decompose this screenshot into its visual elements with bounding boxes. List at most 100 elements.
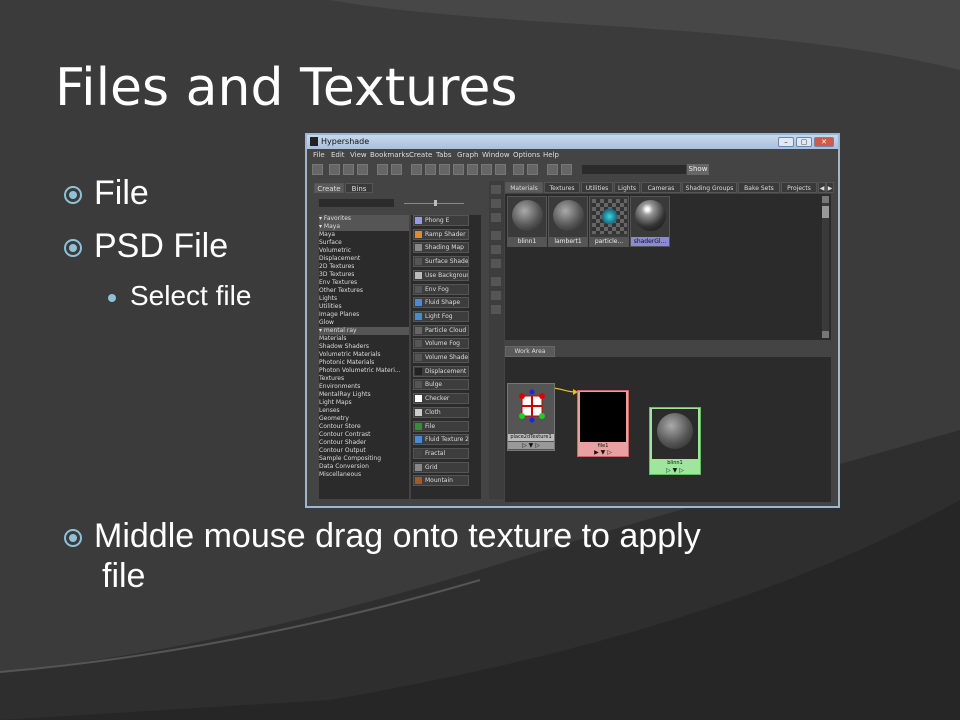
tool-icon[interactable] [491,185,501,194]
graph-icon[interactable] [377,164,388,175]
menu-options[interactable]: Options [513,151,540,159]
toggle-panel-icon[interactable] [312,164,323,175]
swatch-size-slider[interactable] [404,200,464,206]
layout-icon[interactable] [343,164,354,175]
maximize-icon[interactable]: ▢ [796,137,812,147]
node-expand-icon[interactable]: ▶ ▼ ▷ [578,449,628,456]
file-node[interactable]: file1 ▶ ▼ ▷ [577,390,629,457]
material-swatch[interactable]: lambert1 [548,196,588,247]
tree-item[interactable]: Environments [319,383,409,391]
brush-icon[interactable] [411,164,422,175]
scroll-down-icon[interactable] [822,331,829,338]
tree-item[interactable]: Lenses [319,407,409,415]
node-type-item[interactable]: Cloth [413,406,469,418]
tree-item[interactable]: Shadow Shaders [319,343,409,351]
place2dtexture-node[interactable]: place2dTexture1 ▷ ▼ ▷ [507,383,555,451]
tree-item[interactable]: Light Maps [319,399,409,407]
node-type-item[interactable]: Surface Shader [413,256,469,268]
tree-item[interactable]: 3D Textures [319,271,409,279]
tree-item[interactable]: Contour Store [319,423,409,431]
tree-item[interactable]: Geometry [319,415,409,423]
node-type-item[interactable]: Phong E [413,215,469,226]
menu-graph[interactable]: Graph [457,151,478,159]
tree-item[interactable]: 2D Textures [319,263,409,271]
menu-create[interactable]: Create [409,151,432,159]
tab-textures[interactable]: Textures [544,182,580,193]
tree-item[interactable]: Volumetric Materials [319,351,409,359]
layout-icon[interactable] [357,164,368,175]
menu-bookmarks[interactable]: Bookmarks [370,151,409,159]
node-icon[interactable] [495,164,506,175]
node-expand-icon[interactable]: ▷ ▼ ▷ [508,442,554,449]
scroll-thumb[interactable] [822,206,829,218]
tab-create[interactable]: Create [314,183,344,193]
layout-icon[interactable] [329,164,340,175]
menu-edit[interactable]: Edit [331,151,345,159]
materials-scrollbar[interactable] [822,196,829,338]
show-button[interactable]: Show [687,164,709,175]
node-expand-icon[interactable]: ▷ ▼ ▷ [650,467,700,474]
material-swatch[interactable]: blinn1 [507,196,547,247]
tool-icon[interactable] [491,259,501,268]
tab-utilities[interactable]: Utilities [581,182,613,193]
tool-icon[interactable] [491,213,501,222]
menu-view[interactable]: View [350,151,367,159]
node-type-item[interactable]: Particle Cloud [413,324,469,336]
tool-icon[interactable] [491,199,501,208]
node-type-item[interactable]: Use Background [413,269,469,281]
tree-item[interactable]: Photonic Materials [319,359,409,367]
tree-item[interactable]: Other Textures [319,287,409,295]
tree-item[interactable]: Glow [319,319,409,327]
tab-work-area[interactable]: Work Area [505,346,555,357]
slider-handle[interactable] [434,200,437,206]
search-field[interactable] [582,165,686,174]
node-type-item[interactable]: Light Fog [413,310,469,322]
tree-item[interactable]: Data Conversion [319,463,409,471]
tab-shading-groups[interactable]: Shading Groups [682,182,737,193]
node-type-item[interactable]: Bulge [413,379,469,391]
tool-icon[interactable] [491,305,501,314]
tree-item[interactable]: ▾ mental ray [319,327,409,335]
tree-item[interactable]: Photon Volumetric Materi... [319,367,409,375]
material-swatch-selected[interactable]: shaderGl... [630,196,670,247]
tree-item[interactable]: ▾ Favorites [319,215,409,223]
tab-lights[interactable]: Lights [614,182,640,193]
node-type-item[interactable]: Volume Shader [413,352,469,363]
tab-projects[interactable]: Projects [781,182,817,193]
tab-bake-sets[interactable]: Bake Sets [738,182,780,193]
graph-icon[interactable] [391,164,402,175]
tree-item[interactable]: Maya [319,231,409,239]
tree-item[interactable]: Miscellaneous [319,471,409,479]
minimize-icon[interactable]: – [778,137,794,147]
tree-item[interactable]: ▾ Maya [319,223,409,231]
tab-materials[interactable]: Materials [505,182,543,193]
node-type-item[interactable]: Fluid Texture 2D [413,434,469,446]
menu-file[interactable]: File [313,151,325,159]
menu-help[interactable]: Help [543,151,559,159]
tree-item[interactable]: Textures [319,375,409,383]
tool-icon[interactable] [491,231,501,240]
node-type-item[interactable]: Checker [413,393,469,405]
node-type-item[interactable]: Displacement [413,365,469,377]
tab-bins[interactable]: Bins [345,183,373,193]
tree-item[interactable]: Contour Shader [319,439,409,447]
node-type-item[interactable]: Ramp Shader [413,228,469,240]
tree-item[interactable]: MentalRay Lights [319,391,409,399]
tree-item[interactable]: Displacement [319,255,409,263]
node-type-item[interactable]: Fluid Shape [413,297,469,309]
node-type-item[interactable]: Fractal [413,447,469,459]
node-type-item[interactable]: Env Fog [413,283,469,295]
menu-tabs[interactable]: Tabs [436,151,452,159]
node-type-item[interactable]: Volume Fog [413,338,469,350]
tree-item[interactable]: Contour Output [319,447,409,455]
node-icon[interactable] [453,164,464,175]
render-icon[interactable] [527,164,538,175]
render-icon[interactable] [513,164,524,175]
create-search-field[interactable] [319,199,394,207]
tree-item[interactable]: Volumetric [319,247,409,255]
menu-window[interactable]: Window [482,151,510,159]
tab-scroll-left-icon[interactable]: ◀ [818,182,826,193]
tab-cameras[interactable]: Cameras [641,182,681,193]
node-icon[interactable] [481,164,492,175]
node-type-item[interactable]: Shading Map [413,242,469,254]
